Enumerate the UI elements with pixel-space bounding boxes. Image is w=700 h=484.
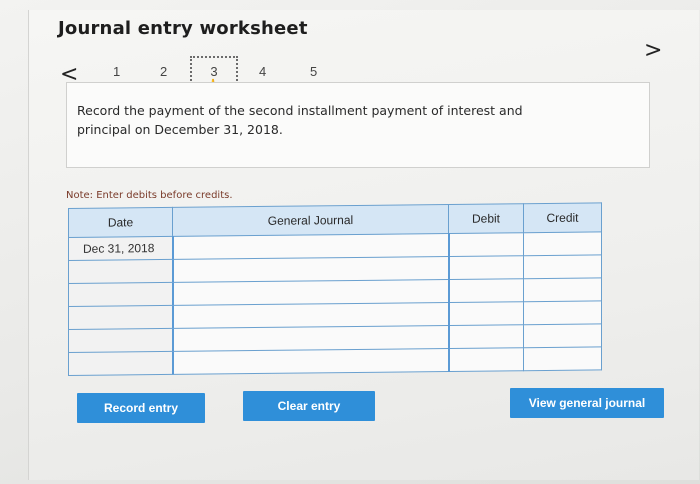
step-4[interactable]: 4 (259, 64, 266, 79)
account-cell[interactable] (172, 279, 449, 306)
col-header-credit: Credit (523, 202, 602, 233)
credit-cell[interactable] (523, 254, 602, 279)
date-cell[interactable] (68, 259, 173, 284)
account-cell[interactable] (172, 348, 449, 375)
debit-cell[interactable] (448, 232, 524, 257)
step-5[interactable]: 5 (310, 64, 317, 79)
page-title: Journal entry worksheet (58, 18, 308, 39)
step-2[interactable]: 2 (160, 64, 167, 79)
debit-cell[interactable] (448, 255, 524, 280)
table-row (68, 346, 602, 376)
debit-cell[interactable] (448, 301, 524, 326)
account-cell[interactable] (172, 325, 449, 352)
clear-entry-button[interactable]: Clear entry (243, 391, 375, 421)
debit-credit-note: Note: Enter debits before credits. (66, 190, 233, 201)
credit-cell[interactable] (523, 323, 602, 348)
instruction-text: Record the payment of the second install… (77, 103, 523, 137)
date-cell[interactable]: Dec 31, 2018 (68, 236, 173, 261)
date-cell[interactable] (68, 282, 173, 307)
account-cell[interactable] (172, 256, 449, 283)
debit-cell[interactable] (448, 324, 524, 349)
step-1[interactable]: 1 (113, 64, 120, 79)
instruction-box: Record the payment of the second install… (66, 82, 650, 168)
record-entry-button[interactable]: Record entry (77, 393, 205, 423)
debit-cell[interactable] (448, 347, 524, 372)
credit-cell[interactable] (523, 346, 602, 371)
credit-cell[interactable] (523, 277, 602, 302)
date-cell[interactable] (68, 305, 173, 330)
col-header-debit: Debit (448, 203, 524, 234)
col-header-date: Date (68, 207, 173, 238)
account-cell[interactable] (172, 302, 449, 329)
col-header-general-journal: General Journal (172, 204, 449, 237)
credit-cell[interactable] (523, 300, 602, 325)
account-cell[interactable] (172, 233, 449, 260)
next-arrow-icon[interactable]: > (644, 38, 662, 63)
view-general-journal-button[interactable]: View general journal (510, 388, 664, 418)
journal-entry-table: Date General Journal Debit Credit Dec 31… (68, 202, 602, 376)
date-cell[interactable] (68, 351, 173, 376)
debit-cell[interactable] (448, 278, 524, 303)
date-cell[interactable] (68, 328, 173, 353)
credit-cell[interactable] (523, 231, 602, 256)
